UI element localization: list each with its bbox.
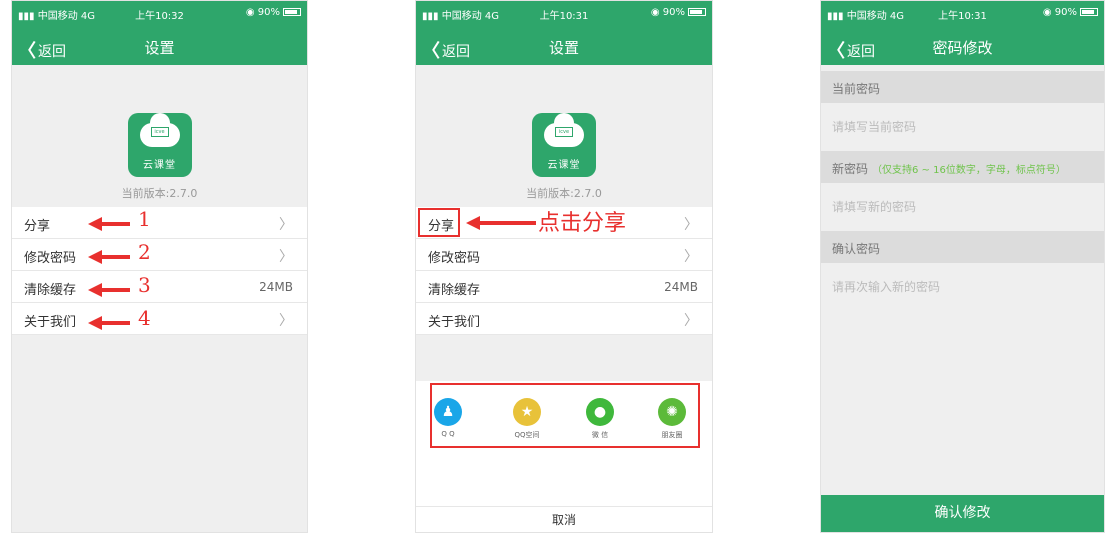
cache-size: 24MB — [259, 280, 293, 294]
battery-icon — [283, 8, 301, 16]
settings-screen-share: ▮▮▮ 中国移动 4G 上午10:31 ◉ 90% 〈返回 设置 icve 云课… — [415, 0, 713, 533]
alarm-icon: ◉ — [1042, 7, 1052, 18]
nav-bar: 〈返回 密码修改 — [821, 29, 1104, 63]
top-bar: ▮▮▮ 中国移动 4G 上午10:31 ◉ 90% 〈返回 密码修改 — [821, 1, 1104, 65]
alarm-icon: ◉ — [650, 7, 660, 18]
app-logo-text: icve — [150, 127, 169, 137]
status-bar: ▮▮▮ 中国移动 4G 上午10:32 ◉ 90% — [12, 5, 307, 22]
app-logo-icon: icve 云课堂 — [127, 113, 192, 177]
new-password-label: 新密码 — [832, 162, 869, 176]
chevron-right-icon: 〉 — [684, 313, 698, 329]
share-cancel-button[interactable]: 取消 — [416, 506, 712, 532]
app-logo-icon: icve 云课堂 — [532, 113, 596, 177]
current-password-section: 当前密码 — [821, 71, 1104, 103]
annotation-arrow-icon — [88, 283, 130, 297]
chevron-right-icon: 〉 — [279, 249, 293, 265]
annotation-highlight-box — [418, 208, 460, 237]
chevron-left-icon: 〈 — [422, 41, 440, 62]
battery-icon — [1080, 8, 1098, 16]
chevron-left-icon: 〈 — [827, 41, 845, 62]
app-info: icve 云课堂 当前版本:2.7.0 — [416, 113, 712, 201]
menu-item-change-password[interactable]: 修改密码 〉 — [12, 239, 307, 271]
back-label: 返回 — [847, 44, 875, 60]
confirm-change-button[interactable]: 确认修改 — [821, 495, 1104, 532]
menu-item-about[interactable]: 关于我们 〉 — [416, 303, 712, 335]
alarm-icon: ◉ — [245, 7, 255, 18]
new-password-row — [821, 183, 1104, 231]
menu-item-clear-cache[interactable]: 清除缓存 24MB — [12, 271, 307, 303]
annotation-number: 2 — [138, 240, 151, 264]
app-name: 云课堂 — [547, 160, 581, 171]
menu-item-clear-cache[interactable]: 清除缓存 24MB — [416, 271, 712, 303]
annotation-number: 4 — [138, 306, 151, 330]
battery-percent: 90% — [257, 7, 280, 18]
chevron-right-icon: 〉 — [684, 217, 698, 233]
chevron-right-icon: 〉 — [684, 249, 698, 265]
status-bar: ▮▮▮ 中国移动 4G 上午10:31 ◉ 90% — [416, 5, 712, 22]
settings-screen-annotated: ▮▮▮ 中国移动 4G 上午10:32 ◉ 90% 〈返回 设置 icve 云课… — [11, 0, 308, 533]
current-password-label: 当前密码 — [832, 82, 881, 96]
new-password-section: 新密码 （仅支持6 ~ 16位数字，字母，标点符号） — [821, 151, 1104, 183]
top-bar: ▮▮▮ 中国移动 4G 上午10:32 ◉ 90% 〈返回 设置 — [12, 1, 307, 65]
annotation-arrow-icon — [88, 217, 130, 231]
chevron-left-icon: 〈 — [18, 41, 36, 62]
chevron-right-icon: 〉 — [279, 313, 293, 329]
confirm-password-input[interactable] — [832, 277, 1093, 297]
back-button[interactable]: 〈返回 — [422, 37, 470, 63]
nav-bar: 〈返回 设置 — [416, 29, 712, 63]
menu-item-label: 修改密码 — [428, 251, 481, 266]
menu-item-change-password[interactable]: 修改密码 〉 — [416, 239, 712, 271]
menu-item-label: 修改密码 — [24, 251, 77, 266]
annotation-arrow-icon — [466, 216, 536, 230]
password-change-screen: ▮▮▮ 中国移动 4G 上午10:31 ◉ 90% 〈返回 密码修改 当前密码 … — [820, 0, 1105, 533]
current-password-row — [821, 103, 1104, 151]
back-label: 返回 — [38, 44, 66, 60]
menu-item-about[interactable]: 关于我们 〉 — [12, 303, 307, 335]
menu-item-label: 关于我们 — [24, 315, 77, 330]
cache-size: 24MB — [664, 280, 698, 294]
app-info: icve 云课堂 当前版本:2.7.0 — [12, 113, 307, 201]
annotation-highlight-box — [430, 383, 700, 448]
annotation-arrow-icon — [88, 250, 130, 264]
annotation-arrow-icon — [88, 316, 130, 330]
back-button[interactable]: 〈返回 — [18, 37, 66, 63]
menu-item-label: 清除缓存 — [428, 283, 481, 298]
back-button[interactable]: 〈返回 — [827, 37, 875, 63]
battery-percent: 90% — [1054, 7, 1077, 18]
menu-item-share[interactable]: 分享 〉 — [12, 207, 307, 239]
app-name: 云课堂 — [143, 160, 176, 171]
annotation-number: 1 — [138, 207, 151, 231]
settings-menu: 分享 〉 修改密码 〉 清除缓存 24MB 关于我们 〉 — [12, 207, 307, 335]
chevron-right-icon: 〉 — [279, 217, 293, 233]
version-text: 当前版本:2.7.0 — [526, 187, 602, 200]
current-password-input[interactable] — [832, 117, 1093, 137]
confirm-password-row — [821, 263, 1104, 311]
confirm-password-section: 确认密码 — [821, 231, 1104, 263]
annotation-number: 3 — [138, 273, 151, 297]
app-logo-text: icve — [555, 127, 573, 137]
menu-item-label: 关于我们 — [428, 315, 481, 330]
battery-percent: 90% — [662, 7, 685, 18]
status-bar: ▮▮▮ 中国移动 4G 上午10:31 ◉ 90% — [821, 5, 1104, 22]
nav-bar: 〈返回 设置 — [12, 29, 307, 63]
new-password-hint: （仅支持6 ~ 16位数字，字母，标点符号） — [872, 165, 1066, 176]
top-bar: ▮▮▮ 中国移动 4G 上午10:31 ◉ 90% 〈返回 设置 — [416, 1, 712, 65]
version-text: 当前版本:2.7.0 — [121, 187, 198, 200]
menu-item-label: 分享 — [24, 219, 51, 234]
new-password-input[interactable] — [832, 197, 1093, 217]
annotation-click-share: 点击分享 — [538, 211, 627, 236]
confirm-password-label: 确认密码 — [832, 242, 881, 256]
battery-icon — [688, 8, 706, 16]
back-label: 返回 — [442, 44, 470, 60]
menu-item-label: 清除缓存 — [24, 283, 77, 298]
